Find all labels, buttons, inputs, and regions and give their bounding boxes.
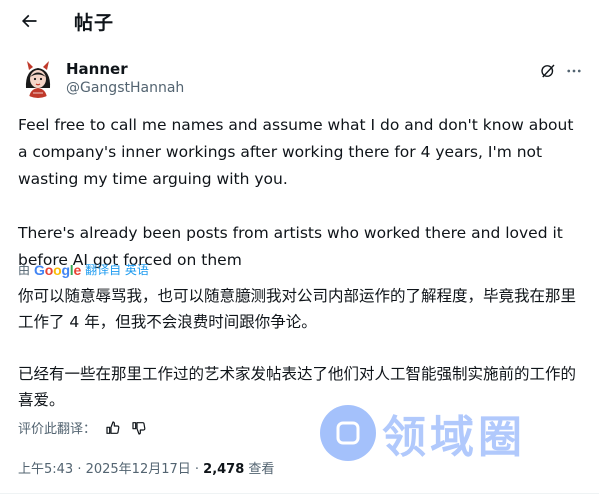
author-handle[interactable]: @GangstHannah [66,80,184,96]
more-horizontal-icon [567,69,581,73]
divider [0,493,599,494]
tweet-meta: 上午5:43 · 2025年12月17日 · 2,478 查看 [18,458,274,477]
views-count: 2,478 [203,462,245,477]
tweet-text: Feel free to call me names and assume wh… [18,116,574,269]
translation-attribution: 由 Google 翻译自 英语 [18,261,149,278]
translation-prefix: 由 [18,263,31,277]
grok-button[interactable] [537,60,559,82]
avatar-devil-girl-icon [18,58,58,98]
top-bar: 帖子 [0,0,599,44]
timestamp[interactable]: 上午5:43 · 2025年12月17日 · [18,462,203,477]
author-name[interactable]: Hanner [66,60,128,78]
views-label: 查看 [244,462,275,477]
rate-translation: 评价此翻译： [18,418,148,437]
arrow-left-icon [21,14,37,28]
more-button[interactable] [563,60,585,82]
watermark-text: 领域圈 [382,412,526,463]
watermark: 领域圈 [320,402,592,464]
translated-text: 你可以随意辱骂我，也可以随意臆测我对公司内部运作的了解程度，毕竟我在那里工作了 … [18,287,577,409]
google-logo: Google [34,261,82,278]
grok-icon [541,64,555,78]
thumbs-down-icon [132,421,146,435]
avatar[interactable] [18,58,58,98]
thumbs-up-icon [106,420,120,434]
back-button[interactable] [16,8,42,34]
watermark-logo-icon [320,405,376,461]
rate-label: 评价此翻译： [18,422,97,437]
page-title: 帖子 [74,12,115,34]
thumbs-down-button[interactable] [130,419,148,437]
thumbs-up-button[interactable] [104,419,122,437]
translate-from-link[interactable]: 翻译自 英语 [85,261,149,278]
